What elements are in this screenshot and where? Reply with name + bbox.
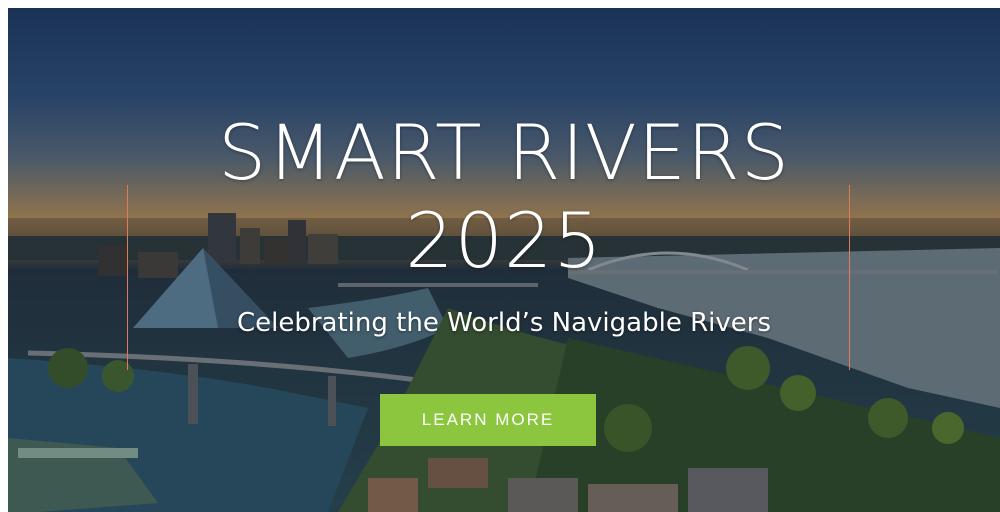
hero-title-line2: 2025 xyxy=(405,196,603,285)
learn-more-button[interactable]: LEARN MORE xyxy=(380,394,596,446)
hero-banner: SMART RIVERS 2025 Celebrating the World’… xyxy=(8,8,1000,512)
hero-subtitle: Celebrating the World’s Navigable Rivers xyxy=(236,308,771,338)
hero-title-line1: SMART RIVERS xyxy=(218,108,790,197)
